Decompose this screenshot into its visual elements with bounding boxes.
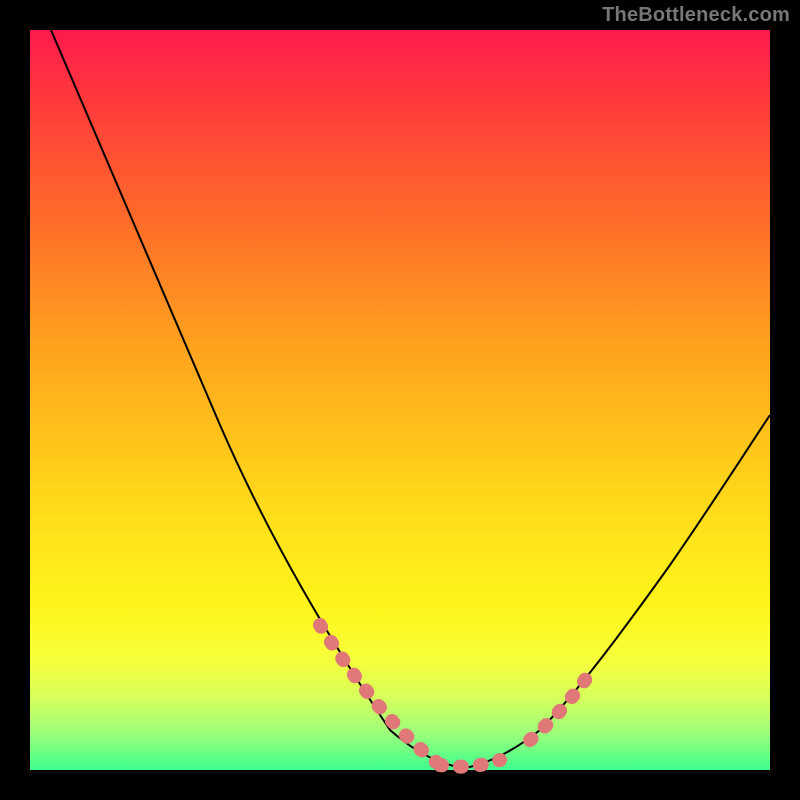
plot-area bbox=[30, 30, 770, 770]
highlight-dots-left bbox=[320, 625, 440, 765]
highlight-dots-right bbox=[530, 670, 592, 740]
watermark: TheBottleneck.com bbox=[602, 4, 790, 27]
chart-frame: TheBottleneck.com bbox=[0, 0, 800, 800]
bottleneck-curve bbox=[51, 30, 770, 768]
curve-svg bbox=[30, 30, 770, 770]
